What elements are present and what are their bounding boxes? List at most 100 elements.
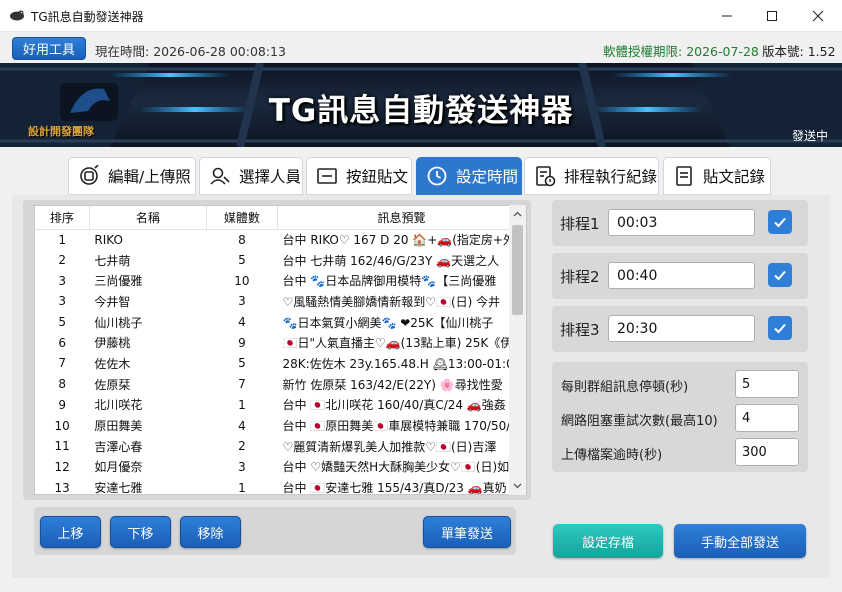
cell-preview: 新竹 佐原栞 163/42/E(22Y) 🌸尋找性愛 [282,377,503,392]
cell-preview: 🐾日本氣質小網美🐾 ❤25K【仙川桃子 [282,315,494,330]
schedule-1-checkbox[interactable] [768,210,792,234]
tab-edit-upload[interactable]: 編輯/上傳照 [68,157,196,195]
member-table-grid: 排序 名稱 媒體數 訊息預覽 1 RIKO 8 台中 RIKO♡ 167 D 20 🏠… [35,206,526,495]
col-name[interactable]: 名稱 [89,206,207,230]
cell-name: 原田舞美 [94,419,143,434]
cell-name: 伊藤桃 [94,336,131,351]
single-send-button[interactable]: 單筆發送 [423,516,511,548]
cell-media: 2 [238,439,246,454]
remove-button[interactable]: 移除 [180,516,241,548]
tab-select-people[interactable]: 選擇人員 [199,157,303,195]
tab-label: 貼文記錄 [703,168,766,186]
cell-order: 13 [54,480,70,495]
cell-preview: 台中 七井萌 162/46/G/23Y 🚗天選之人 [282,253,500,268]
cell-preview: 台中 🐾日本品牌御用模特🐾【三尚優雅 [282,274,497,289]
cell-name: 仙川桃子 [94,315,143,330]
cell-name: 佐原栞 [94,377,131,392]
license-value: 2026-07-28 [686,44,759,59]
user-icon [210,167,230,185]
tools-button[interactable]: 好用工具 [12,37,86,60]
version: 版本號: 1.52 [762,41,836,60]
table-row[interactable]: 5 仙川桃子 4 🐾日本氣質小網美🐾 ❤25K【仙川桃子 [35,312,526,333]
pause-seconds-input[interactable]: 5 [735,370,799,398]
cell-order: 3 [58,294,66,309]
schedule-3-checkbox[interactable] [768,316,792,340]
table-row[interactable]: 10 原田舞美 4 台中 🇯🇵原田舞美🇯🇵車展模特兼職 170/50/ [35,415,526,436]
col-media[interactable]: 媒體數 [206,206,279,230]
close-button[interactable] [795,0,841,32]
table-row[interactable]: 3 今井智 3 ♡風騷熱情美腳嬌情新報到♡🇯🇵(日) 今井 [35,291,526,312]
tab-label: 按鈕貼文 [346,168,409,186]
tab-button-post[interactable]: 按鈕貼文 [306,157,412,195]
cell-preview: 台中 RIKO♡ 167 D 20 🏠+🚗(指定房+外 [282,233,515,248]
table-row[interactable]: 8 佐原栞 7 新竹 佐原栞 163/42/E(22Y) 🌸尋找性愛 [35,374,526,395]
cell-order: 12 [54,459,70,474]
tab-set-time[interactable]: 設定時間 [416,157,522,195]
cell-media: 8 [238,232,246,247]
cell-name: 北川咲花 [94,398,143,413]
schedule-2-time-input[interactable]: 00:40 [608,262,755,289]
schedule-1-time-input[interactable]: 00:03 [608,209,755,236]
cell-order: 7 [58,356,66,371]
cell-name: RIKO [94,232,123,247]
tab-label: 編輯/上傳照 [108,168,191,186]
post-icon [317,168,337,184]
table-scrollbar[interactable] [509,205,526,495]
cell-name: 七井萌 [94,253,131,268]
cell-media: 1 [238,480,246,495]
move-down-button[interactable]: 下移 [110,516,171,548]
cell-media: 7 [238,377,246,392]
cell-preview: 28K:佐佐木 23y.165.48.H 🕰13:00-01:0 [282,356,514,371]
table-row[interactable]: 3 三尚優雅 10 台中 🐾日本品牌御用模特🐾【三尚優雅 [35,270,526,291]
cell-name: 吉澤心春 [94,439,143,454]
maximize-button[interactable] [749,0,795,32]
version-label: 版本號: [762,44,804,59]
move-up-button[interactable]: 上移 [40,516,101,548]
save-settings-button[interactable]: 設定存檔 [553,524,663,558]
retry-count-input[interactable]: 4 [735,404,799,432]
cell-order: 10 [54,418,70,433]
cell-name: 三尚優雅 [94,274,143,289]
schedule-3-label: 排程3 [560,321,600,339]
table-row[interactable]: 9 北川咲花 1 台中 🇯🇵北川咲花 160/40/真C/24 🚗強姦 [35,395,526,416]
cell-order: 2 [58,253,66,268]
cell-media: 5 [238,253,246,268]
table-row[interactable]: 13 安達七雅 1 台中 🇯🇵安達七雅 155/43/真D/23 🚗真奶 [35,477,526,495]
col-order[interactable]: 排序 [35,206,90,230]
table-row[interactable]: 2 七井萌 5 台中 七井萌 162/46/G/23Y 🚗天選之人 [35,250,526,271]
table-row[interactable]: 6 伊藤桃 9 🇯🇵日"人氣直播主♡🚗(13點上車) 25K《伊藤 [35,332,526,353]
cell-preview: ♡麗質清新爆乳美人加推款♡🇯🇵(日)吉澤 [282,439,497,454]
current-time: 現在時間: 2026-06-28 00:08:13 [95,41,286,60]
table-row[interactable]: 12 如月優奈 3 台中 ♡嬌豔天然H大酥胸美少女♡🇯🇵(日)如 [35,457,526,478]
document-icon [676,166,692,186]
cell-media: 3 [238,294,246,309]
upload-timeout-label: 上傳檔案逾時(秒) [561,448,663,463]
cell-order: 1 [58,232,66,247]
table-row[interactable]: 11 吉澤心春 2 ♡麗質清新爆乳美人加推款♡🇯🇵(日)吉澤 [35,436,526,457]
scroll-down-icon[interactable] [509,479,526,493]
table-row[interactable]: 1 RIKO 8 台中 RIKO♡ 167 D 20 🏠+🚗(指定房+外 [35,229,526,250]
minimize-button[interactable] [704,0,750,32]
schedule-3-time-input[interactable]: 20:30 [608,315,755,342]
title-bar: TG訊息自動發送神器 [0,0,842,32]
schedule-1-label: 排程1 [560,215,600,233]
table-row[interactable]: 7 佐佐木 5 28K:佐佐木 23y.165.48.H 🕰13:00-01:0 [35,353,526,374]
cell-name: 今井智 [94,294,131,309]
scrollbar-thumb[interactable] [512,225,523,315]
license-expiry: 軟體授權期限: 2026-07-28 [603,41,759,60]
schedule-2-checkbox[interactable] [768,263,792,287]
tab-schedule-log[interactable]: 排程執行紀錄 [524,157,659,195]
cell-media: 1 [238,397,246,412]
cell-order: 5 [58,315,66,330]
scroll-up-icon[interactable] [509,207,526,221]
upload-timeout-input[interactable]: 300 [735,438,799,466]
cell-preview: 台中 🇯🇵北川咲花 160/40/真C/24 🚗強姦 [282,398,506,413]
current-time-label: 現在時間: [95,44,150,59]
cell-order: 11 [54,439,70,454]
close-icon [812,10,824,22]
tab-post-records[interactable]: 貼文記錄 [663,157,771,195]
cell-order: 9 [58,397,66,412]
col-preview[interactable]: 訊息預覽 [277,206,526,230]
send-all-button[interactable]: 手動全部發送 [674,524,806,558]
banner-title: TG訊息自動發送神器 [268,93,574,129]
